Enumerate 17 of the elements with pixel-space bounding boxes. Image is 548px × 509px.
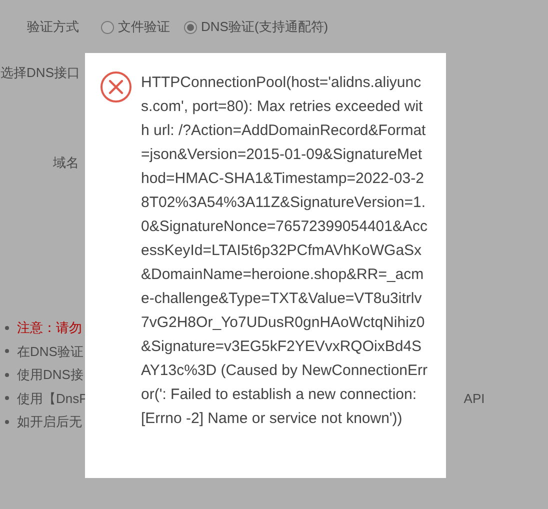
bullet-icon	[5, 372, 9, 377]
field-label: 选择DNS接口	[0, 64, 80, 82]
bullet-icon	[5, 420, 9, 424]
error-icon	[100, 71, 132, 103]
note-text: 使用DNS接	[17, 366, 84, 384]
error-message: HTTPConnectionPool(host='alidns.aliyuncs.com', port=80): Max retries exceeded with url: /?Action=AddDomainRecord&Format=json&Version=2015-01-09&SignatureMethod=HMAC-SHA1&Timestamp=2022-03-28T02%3A54%3A11Z&SignatureVersion=1.0&SignatureNonce=76572399054401&AccessKeyId=LTAI5t6p32PCfmAVhKoWGaSx&DomainName=heroione.shop&RR=_acme-challenge&Type=TXT&Value=VT8u3itrlv7vG2H8Or_Yo7UDusR0gnHAoWctqNihiz0&Signature=v3EG5kF2YEVvxRQOixBd4SAY13c%3D (Caused by NewConnectionError(': Failed to establish a new connection: [Errno -2] Name or service not known'))	[141, 73, 428, 429]
note-text: API	[464, 390, 485, 408]
bullet-icon	[5, 349, 9, 354]
bullet-icon	[5, 326, 9, 330]
field-label: 验证方式	[26, 18, 80, 36]
note-text: 在DNS验证	[17, 342, 84, 360]
field-label: 域名	[52, 154, 80, 172]
bullet-icon	[5, 396, 9, 400]
note-text: 注意：请勿	[17, 319, 82, 337]
note-text: 如开启后无	[17, 413, 82, 431]
radio-option[interactable]: DNS验证(支持通配符)	[184, 17, 328, 37]
radio-option[interactable]: 文件验证	[101, 17, 170, 37]
